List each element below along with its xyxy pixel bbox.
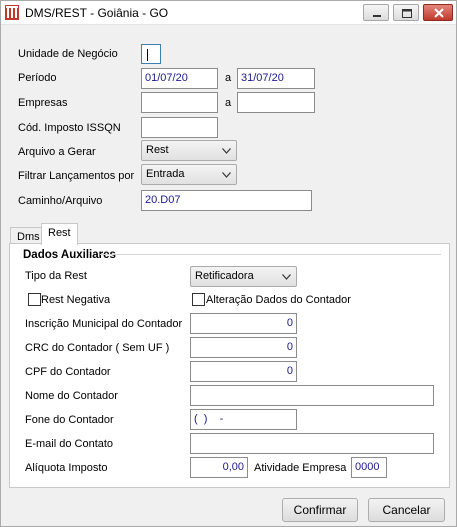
group-divider [100,254,441,255]
arquivo-select[interactable]: Rest [141,140,237,161]
tab-rest[interactable]: Rest [41,223,78,245]
minimize-icon [373,15,381,17]
periodo-label: Período [18,72,57,84]
unidade-label: Unidade de Negócio [18,48,118,60]
nome-contador-field[interactable] [190,385,434,406]
dms-rest-window: DMS/REST - Goiânia - GO Unidade de Negóc… [0,0,457,527]
cpf-field[interactable]: 0 [190,361,297,382]
unidade-input[interactable] [141,44,161,64]
close-window-button[interactable] [423,4,453,21]
cancelar-button-label: Cancelar [382,503,431,517]
tipo-rest-label: Tipo da Rest [25,270,87,282]
chevron-down-icon [222,172,231,178]
crc-field[interactable]: 0 [190,337,297,358]
cancelar-button[interactable]: Cancelar [368,498,445,522]
rest-negativa-label: Rest Negativa [41,294,111,306]
empresas-end-field[interactable] [237,92,315,113]
email-contato-field[interactable] [190,433,434,454]
cod-imposto-field[interactable] [141,117,218,138]
aliquota-label: Alíquota Imposto [25,462,108,474]
filtrar-label: Filtrar Lançamentos por [18,170,135,182]
window-title: DMS/REST - Goiânia - GO [25,6,169,20]
empresas-label: Empresas [18,97,68,109]
crc-label: CRC do Contador ( Sem UF ) [25,342,170,354]
cpf-label: CPF do Contador [25,366,111,378]
inscricao-label: Inscrição Municipal do Contador [25,318,183,330]
fone-contador-label: Fone do Contador [25,414,114,426]
caminho-field[interactable]: 20.D07 [141,190,312,211]
chevron-down-icon [222,148,231,154]
atividade-field[interactable]: 0000 [351,457,387,478]
dados-auxiliares-title: Dados Auxiliares [23,249,116,261]
nome-contador-label: Nome do Contador [25,390,118,402]
aliquota-field[interactable]: 0,00 [190,457,248,478]
confirmar-button-label: Confirmar [293,503,347,517]
maximize-button[interactable] [393,4,419,21]
filtrar-select[interactable]: Entrada [141,164,237,185]
filtrar-select-value: Entrada [146,168,185,180]
periodo-separator: a [225,72,232,84]
confirmar-button[interactable]: Confirmar [282,498,358,522]
title-bar: DMS/REST - Goiânia - GO [1,1,456,25]
periodo-end-field[interactable]: 31/07/20 [237,68,315,89]
alteracao-contador-label: Alteração Dados do Contador [206,294,351,306]
maximize-icon [402,9,412,18]
empresas-separator: a [225,97,232,109]
cod-imposto-label: Cód. Imposto ISSQN [18,122,121,134]
arquivo-select-value: Rest [146,144,169,156]
arquivo-label: Arquivo a Gerar [18,146,96,158]
rest-negativa-checkbox[interactable] [28,293,41,306]
periodo-start-field[interactable]: 01/07/20 [141,68,218,89]
minimize-button[interactable] [363,4,389,21]
rest-tab-panel: Dados Auxiliares Tipo da Rest Retificado… [9,243,450,488]
app-icon [5,5,19,20]
fone-contador-field[interactable]: ( ) - [190,409,297,430]
caminho-label: Caminho/Arquivo [18,195,103,207]
tipo-rest-value: Retificadora [195,270,254,282]
close-icon [434,8,444,18]
empresas-start-field[interactable] [141,92,218,113]
alteracao-contador-checkbox[interactable] [192,293,205,306]
chevron-down-icon [282,274,291,280]
tipo-rest-select[interactable]: Retificadora [190,266,297,287]
email-contato-label: E-mail do Contato [25,438,114,450]
atividade-label: Atividade Empresa [254,462,347,474]
inscricao-field[interactable]: 0 [190,313,297,334]
